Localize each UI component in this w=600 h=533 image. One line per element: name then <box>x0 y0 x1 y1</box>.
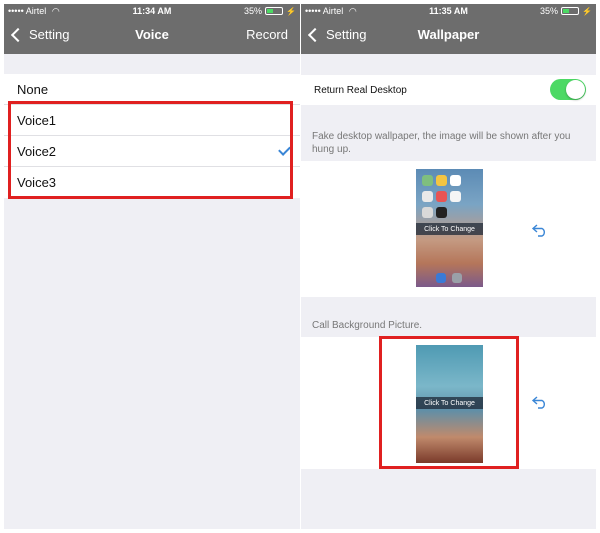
record-button[interactable]: Record <box>246 27 288 42</box>
charging-icon: ⚡ <box>286 6 296 16</box>
app-icon <box>422 175 433 186</box>
app-icon <box>450 191 461 202</box>
battery-icon <box>265 7 284 15</box>
battery-percent: 35% <box>244 6 263 16</box>
battery-icon <box>561 7 580 15</box>
status-bar: ••••• Airtel ◠ 11:34 AM 35% ⚡ <box>4 4 300 18</box>
return-desktop-row: Return Real Desktop <box>301 75 596 105</box>
undo-icon[interactable] <box>531 395 549 409</box>
nav-bar: Setting Wallpaper <box>301 18 596 54</box>
dock-icon <box>452 273 462 283</box>
charging-icon: ⚡ <box>582 6 592 16</box>
app-icon <box>422 191 433 202</box>
battery-percent: 35% <box>540 6 559 16</box>
app-icon <box>436 175 447 186</box>
click-to-change-caption: Click To Change <box>416 223 483 235</box>
nav-bar: Setting Voice Record <box>4 18 300 54</box>
dock-icon <box>436 273 446 283</box>
app-icon <box>450 175 461 186</box>
fake-wallpaper-panel: Click To Change <box>301 161 596 297</box>
voice-label: None <box>17 81 49 97</box>
app-icon <box>436 207 447 218</box>
app-icon <box>422 207 433 218</box>
fake-wallpaper-note: Fake desktop wallpaper, the image will b… <box>312 131 571 155</box>
page-title: Wallpaper <box>417 27 480 42</box>
fake-wallpaper-thumbnail[interactable]: Click To Change <box>416 169 483 287</box>
app-icon <box>436 191 447 202</box>
undo-icon[interactable] <box>531 223 549 237</box>
toggle-knob <box>566 80 585 99</box>
voice-screen: ••••• Airtel ◠ 11:34 AM 35% ⚡ Setting Vo… <box>4 4 300 529</box>
status-bar: ••••• Airtel ◠ 11:35 AM 35% ⚡ <box>301 4 596 18</box>
return-desktop-label: Return Real Desktop <box>314 84 407 96</box>
call-background-note: Call Background Picture. <box>312 320 423 331</box>
highlight-box <box>379 336 519 469</box>
return-desktop-toggle[interactable] <box>550 79 586 100</box>
highlight-box <box>8 101 293 199</box>
